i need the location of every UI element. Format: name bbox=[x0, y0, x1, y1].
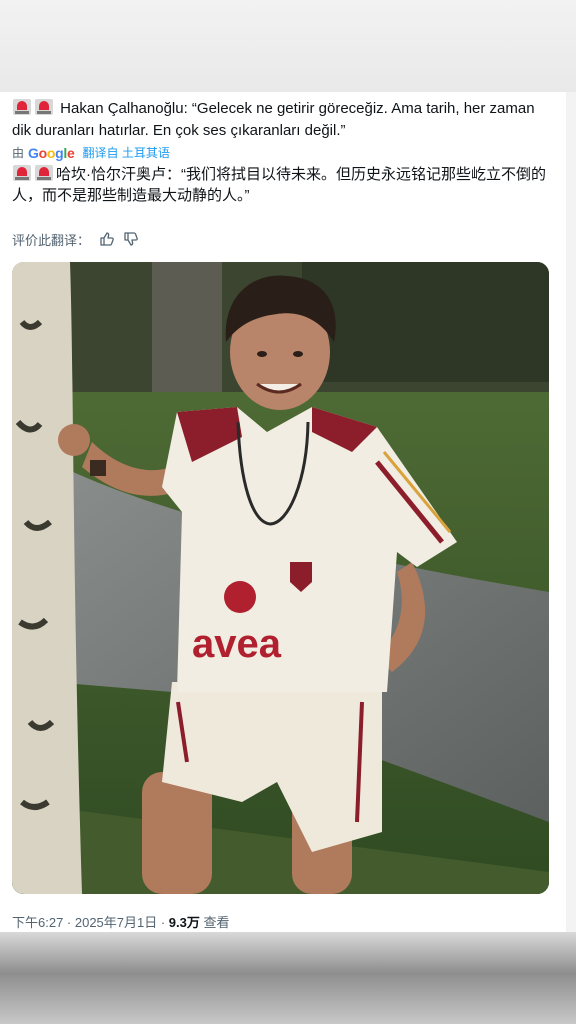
views-count: 9.3万 bbox=[168, 915, 200, 930]
police-siren-icon bbox=[34, 98, 54, 116]
tweet-translated-body: 哈坎·恰尔汗奥卢：“我们将拭目以待未来。但历史永远铭记那些屹立不倒的人，而不是那… bbox=[12, 166, 546, 204]
translation-attribution: 由 Google 翻译自 土耳其语 bbox=[12, 144, 170, 162]
views-label: 查看 bbox=[199, 915, 230, 930]
tweet-photo[interactable]: avea bbox=[12, 262, 549, 894]
tweet-original-body: Hakan Çalhanoğlu: “Gelecek ne getirir gö… bbox=[12, 100, 535, 139]
translated-from-link[interactable]: 翻译自 土耳其语 bbox=[83, 144, 170, 162]
google-logo: Google bbox=[28, 145, 75, 161]
tweet-original-text: Hakan Çalhanoğlu: “Gelecek ne getirir gö… bbox=[12, 98, 552, 142]
translate-prefix: 由 bbox=[12, 146, 25, 160]
card-right-edge bbox=[566, 92, 576, 932]
thumbs-up-icon[interactable] bbox=[100, 232, 114, 246]
police-siren-icon bbox=[12, 98, 32, 116]
police-siren-icon bbox=[34, 164, 54, 182]
thumbs-down-icon[interactable] bbox=[124, 232, 138, 246]
boy-in-football-kit-photo: avea bbox=[12, 262, 549, 894]
jersey-sponsor-text: avea bbox=[192, 622, 282, 666]
rate-translation-label: 评价此翻译： bbox=[12, 232, 91, 248]
tweet-translated-text: 哈坎·恰尔汗奥卢：“我们将拭目以待未来。但历史永远铭记那些屹立不倒的人，而不是那… bbox=[12, 164, 557, 206]
top-blurred-background bbox=[0, 0, 576, 92]
police-siren-icon bbox=[12, 164, 32, 182]
tweet-card: Hakan Çalhanoğlu: “Gelecek ne getirir gö… bbox=[0, 92, 566, 932]
tweet-timestamp[interactable]: 下午6:27 · 2025年7月1日 · bbox=[12, 915, 169, 930]
rate-translation-row: 评价此翻译： bbox=[12, 229, 138, 249]
tweet-meta: 下午6:27 · 2025年7月1日 · 9.3万 查看 bbox=[12, 914, 230, 932]
bottom-blurred-background bbox=[0, 932, 576, 1024]
